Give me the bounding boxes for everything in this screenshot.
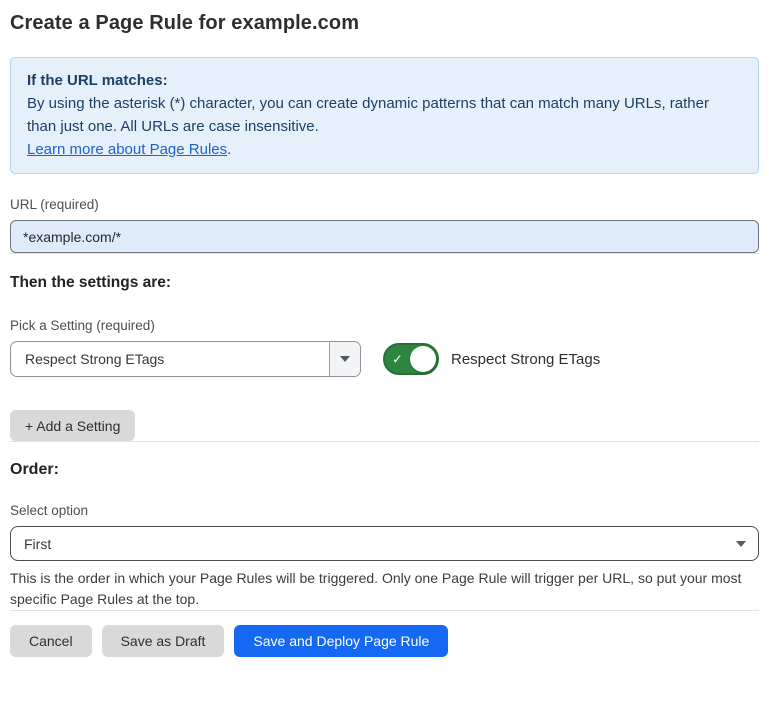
section-divider [10,610,759,611]
chevron-down-icon [340,356,350,362]
settings-heading: Then the settings are: [10,274,759,292]
order-select-value: First [11,536,724,552]
cancel-button[interactable]: Cancel [10,625,92,657]
order-help-text: This is the order in which your Page Rul… [10,568,759,610]
setting-select-value: Respect Strong ETags [11,351,329,367]
chevron-down-icon [736,541,746,547]
check-icon: ✓ [392,353,403,366]
toggle-knob [410,346,436,372]
learn-more-link[interactable]: Learn more about Page Rules [27,141,227,158]
section-divider [10,253,759,254]
setting-select-arrow-box[interactable] [329,342,360,376]
toggle-label: Respect Strong ETags [451,351,600,368]
url-match-info-box: If the URL matches: By using the asteris… [10,57,759,174]
save-and-deploy-button[interactable]: Save and Deploy Page Rule [234,625,448,657]
save-as-draft-button[interactable]: Save as Draft [102,625,225,657]
page-title: Create a Page Rule for example.com [10,12,759,35]
info-box-link-line: Learn more about Page Rules. [27,138,742,161]
info-box-body: By using the asterisk (*) character, you… [27,92,742,138]
setting-row: Respect Strong ETags ✓ Respect Strong ET… [10,341,759,377]
section-divider [10,441,759,442]
order-select-arrow [724,527,758,560]
order-heading: Order: [10,461,759,479]
url-input[interactable] [10,220,759,253]
link-period: . [227,141,231,158]
order-select-label: Select option [10,503,759,518]
add-setting-button[interactable]: + Add a Setting [10,410,135,441]
page-rule-form: Create a Page Rule for example.com If th… [0,0,769,657]
order-select[interactable]: First [10,526,759,561]
info-box-heading: If the URL matches: [27,69,742,92]
url-field-label: URL (required) [10,197,759,212]
form-actions: Cancel Save as Draft Save and Deploy Pag… [10,625,759,657]
setting-select[interactable]: Respect Strong ETags [10,341,361,377]
respect-strong-etags-toggle[interactable]: ✓ [383,343,439,375]
setting-picker-label: Pick a Setting (required) [10,318,759,333]
